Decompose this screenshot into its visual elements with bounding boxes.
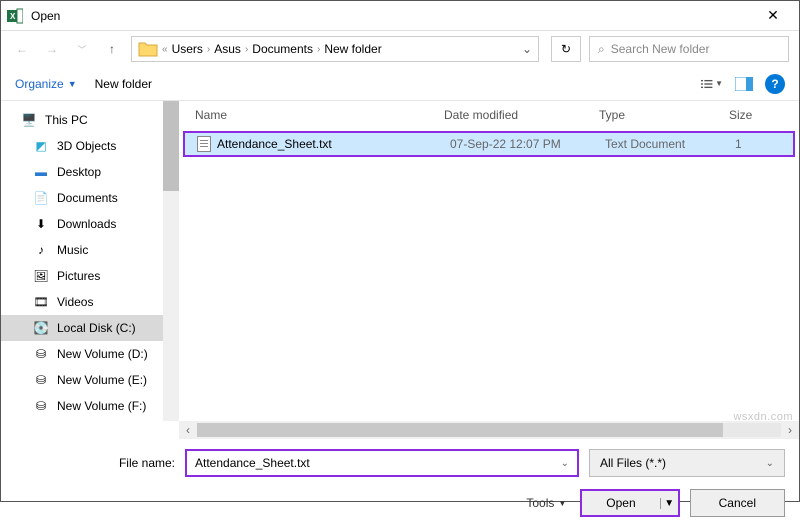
pictures-icon: 🖼: [33, 269, 49, 283]
view-list-icon[interactable]: ▼: [701, 75, 723, 93]
tree-volume-e[interactable]: ⛁New Volume (E:): [1, 367, 163, 393]
file-row[interactable]: Attendance_Sheet.txt 07-Sep-22 12:07 PM …: [183, 131, 795, 157]
nav-bar: ← → ﹀ ↑ « Users › Asus › Documents › New fo…: [1, 31, 799, 67]
cancel-button[interactable]: Cancel: [690, 489, 785, 517]
open-split-dropdown[interactable]: ▼: [660, 498, 678, 509]
tree-local-disk-c[interactable]: 💽Local Disk (C:): [1, 315, 163, 341]
preview-pane-icon[interactable]: [733, 75, 755, 93]
drive-icon: ⛁: [33, 399, 49, 413]
downloads-icon: ⬇: [33, 217, 49, 231]
new-folder-button[interactable]: New folder: [95, 77, 152, 91]
tools-button[interactable]: Tools▼: [526, 496, 566, 510]
file-name: Attendance_Sheet.txt: [217, 137, 332, 151]
videos-icon: 🎞: [33, 295, 49, 309]
pc-icon: 🖥️: [21, 113, 37, 127]
tree-volume-d[interactable]: ⛁New Volume (D:): [1, 341, 163, 367]
forward-button[interactable]: →: [41, 38, 63, 60]
file-list: Name Date modified Type Size Attendance_…: [179, 101, 799, 421]
window-title: Open: [31, 9, 753, 23]
disk-icon: 💽: [33, 321, 49, 335]
crumb-documents[interactable]: Documents: [252, 42, 313, 56]
tree-music[interactable]: ♪Music: [1, 237, 163, 263]
excel-icon: X: [7, 8, 23, 24]
toolbar: Organize▼ New folder ▼ ?: [1, 67, 799, 101]
tree-videos[interactable]: 🎞Videos: [1, 289, 163, 315]
tree-documents[interactable]: 📄Documents: [1, 185, 163, 211]
breadcrumb-prefix: «: [162, 44, 168, 55]
tree-volume-f[interactable]: ⛁New Volume (F:): [1, 393, 163, 419]
search-icon: ⌕: [598, 42, 605, 57]
breadcrumb-bar[interactable]: « Users › Asus › Documents › New folder ⌄: [131, 36, 539, 62]
scroll-right-icon[interactable]: ›: [781, 423, 799, 437]
list-header: Name Date modified Type Size: [179, 101, 799, 129]
body: 🖥️This PC ◩3D Objects ▬Desktop 📄Document…: [1, 101, 799, 421]
title-bar: X Open ✕: [1, 1, 799, 31]
open-button[interactable]: Open ▼: [580, 489, 679, 517]
scroll-left-icon[interactable]: ‹: [179, 423, 197, 437]
chevron-down-icon: ▼: [68, 79, 77, 89]
chevron-right-icon: ›: [317, 44, 320, 55]
tree-pane: 🖥️This PC ◩3D Objects ▬Desktop 📄Document…: [1, 101, 163, 421]
header-date[interactable]: Date modified: [444, 108, 599, 122]
list-hscrollbar[interactable]: ‹ ›: [179, 421, 799, 439]
crumb-asus[interactable]: Asus: [214, 42, 241, 56]
header-name[interactable]: Name: [179, 108, 444, 122]
organize-button[interactable]: Organize▼: [15, 77, 77, 91]
drive-icon: ⛁: [33, 373, 49, 387]
drive-icon: ⛁: [33, 347, 49, 361]
footer: File name: Attendance_Sheet.txt ⌄ All Fi…: [1, 439, 799, 527]
breadcrumb-dropdown[interactable]: ⌄: [522, 42, 532, 56]
back-button[interactable]: ←: [11, 38, 33, 60]
tree-scrollbar[interactable]: [163, 101, 179, 421]
refresh-button[interactable]: ↻: [551, 36, 581, 62]
chevron-down-icon: ▼: [558, 499, 566, 508]
folder-icon: [138, 40, 158, 58]
music-icon: ♪: [33, 243, 49, 257]
tree-this-pc[interactable]: 🖥️This PC: [1, 107, 163, 133]
header-size[interactable]: Size: [729, 108, 795, 122]
file-date: 07-Sep-22 12:07 PM: [450, 137, 605, 151]
crumb-newfolder[interactable]: New folder: [324, 42, 381, 56]
crumb-users[interactable]: Users: [172, 42, 203, 56]
help-icon[interactable]: ?: [765, 74, 785, 94]
svg-text:X: X: [10, 12, 16, 21]
documents-icon: 📄: [33, 191, 49, 205]
filter-value: All Files (*.*): [600, 456, 666, 470]
recent-dropdown[interactable]: ﹀: [71, 38, 93, 60]
cube-icon: ◩: [33, 139, 49, 153]
search-input[interactable]: ⌕ Search New folder: [589, 36, 789, 62]
chevron-down-icon: ⌄: [766, 458, 774, 469]
chevron-right-icon: ›: [245, 44, 248, 55]
close-button[interactable]: ✕: [753, 7, 793, 24]
desktop-icon: ▬: [33, 165, 49, 179]
tree-pictures[interactable]: 🖼Pictures: [1, 263, 163, 289]
file-size: 1: [735, 137, 793, 151]
tree-desktop[interactable]: ▬Desktop: [1, 159, 163, 185]
filename-value: Attendance_Sheet.txt: [195, 456, 310, 470]
up-button[interactable]: ↑: [101, 38, 123, 60]
tree-3d-objects[interactable]: ◩3D Objects: [1, 133, 163, 159]
filename-input[interactable]: Attendance_Sheet.txt ⌄: [185, 449, 579, 477]
header-type[interactable]: Type: [599, 108, 729, 122]
filename-label: File name:: [15, 456, 175, 470]
file-type-filter[interactable]: All Files (*.*) ⌄: [589, 449, 785, 477]
search-placeholder: Search New folder: [611, 42, 710, 56]
file-type: Text Document: [605, 137, 735, 151]
text-file-icon: [197, 136, 211, 152]
tree-downloads[interactable]: ⬇Downloads: [1, 211, 163, 237]
chevron-right-icon: ›: [207, 44, 210, 55]
chevron-down-icon[interactable]: ⌄: [561, 458, 569, 469]
